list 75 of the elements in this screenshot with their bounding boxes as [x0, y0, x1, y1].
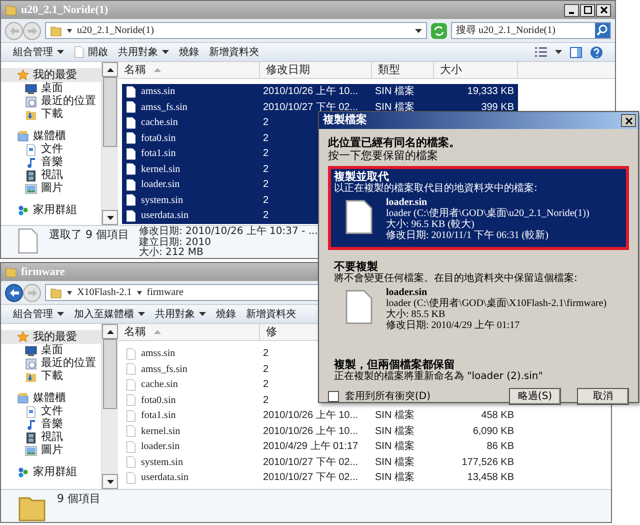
file-name: kernel.sin	[141, 424, 180, 439]
file-name: amss.sin	[141, 347, 176, 362]
file-name: cache.sin	[141, 378, 178, 392]
type-cell-text: SIN 檔案	[375, 100, 414, 115]
file-name: fota1.sin	[141, 409, 176, 424]
dialog-heading: 此位置已經有同名的檔案。	[328, 136, 461, 149]
status-detail: 大小: 212 MB	[139, 248, 204, 258]
status-summary: 9 個項目	[57, 491, 100, 507]
type-cell-text: SIN 檔案	[375, 408, 414, 424]
file-size: 大小: 85.5 KB	[386, 309, 446, 320]
window-title: u20_2.1_Noride(1)	[21, 2, 108, 18]
file-name: userdata.sin	[141, 209, 188, 224]
dialog-title: 複製檔案	[323, 112, 368, 128]
file-name: system.sin	[141, 456, 183, 470]
status-detail: 修改日期: 2010/10/26 上午 10:37 - ...	[139, 227, 318, 237]
status-summary: 選取了 9 個項目	[49, 227, 129, 243]
date-cell-text: 2	[263, 362, 269, 377]
date-cell-text: 2010/4/29 上午 01:17	[263, 440, 358, 454]
file-name: kernel.sin	[141, 162, 180, 177]
file-date: 修改日期: 2010/4/29 上午 01:17	[386, 320, 521, 331]
date-cell-text: 2010/10/27 下午 02...	[263, 456, 358, 470]
file-name: loader.sin	[141, 178, 180, 192]
date-cell-text: 2	[263, 209, 269, 224]
file-name: loader.sin	[141, 440, 180, 454]
checkbox-label: 套用到所有衝突(D)	[345, 390, 431, 404]
date-cell-text: 2010/10/26 上午 10...	[263, 408, 358, 424]
option-description: 以正在複製的檔案取代目的地資料夾中的檔案:	[334, 183, 538, 195]
size-cell-text: 458 KB	[481, 409, 514, 424]
status-detail: 建立日期: 2010	[139, 238, 212, 248]
option-title: 複製並取代	[334, 171, 389, 183]
size-cell-text: 13,458 KB	[467, 471, 514, 486]
file-name: amss_fs.sin	[141, 362, 188, 377]
window-title: firmware	[21, 264, 65, 280]
date-cell-text: 2	[263, 162, 269, 177]
date-cell-text: 2010/10/27 下午 02...	[263, 471, 358, 486]
date-cell-text: 2010/10/26 上午 10...	[263, 424, 358, 439]
file-name: loader.sin	[386, 287, 428, 298]
file-name: system.sin	[141, 194, 183, 208]
date-cell-text: 2010/10/27 下午 02...	[263, 100, 358, 113]
file-name: loader.sin	[386, 197, 428, 208]
type-cell-text: SIN 檔案	[375, 470, 414, 486]
date-cell-text: 2	[263, 178, 269, 192]
file-name: fota0.sin	[141, 394, 176, 408]
size-cell-text: 177,526 KB	[462, 456, 514, 470]
size-cell-text: 86 KB	[486, 440, 514, 454]
date-cell-text: 2010/10/26 上午 10...	[263, 84, 358, 100]
file-name: fota1.sin	[141, 147, 176, 162]
file-date: 修改日期: 2010/11/1 下午 06:31 (較新)	[386, 230, 550, 241]
file-path: loader (C:\使用者\GOD\桌面\u20_2.1_Noride(1))	[386, 208, 590, 219]
file-name: cache.sin	[141, 116, 178, 130]
type-cell-text: SIN 檔案	[375, 84, 414, 100]
file-name: userdata.sin	[141, 471, 188, 486]
file-name: fota0.sin	[141, 132, 176, 146]
type-cell-text: SIN 檔案	[375, 424, 414, 439]
option-title: 複製，但兩個檔案都保留	[334, 359, 455, 371]
date-cell-text: 2	[263, 347, 269, 362]
option-title: 不要複製	[334, 261, 378, 273]
size-cell-text: 399 KB	[481, 100, 514, 115]
date-cell-text: 2	[263, 116, 269, 130]
file-name: amss.sin	[141, 85, 176, 100]
file-name: amss_fs.sin	[141, 100, 188, 115]
type-cell-text: SIN 檔案	[375, 440, 414, 454]
type-cell-text: SIN 檔案	[375, 456, 414, 470]
size-cell-text: 6,090 KB	[472, 424, 514, 439]
option-description: 將不會變更任何檔案。在目的地資料夾中保留這個檔案:	[334, 273, 578, 285]
size-cell-text: 19,333 KB	[467, 85, 514, 100]
dialog-subheading: 按一下您要保留的檔案	[328, 149, 439, 162]
date-cell-text: 2	[263, 378, 269, 392]
date-cell-text: 2	[263, 194, 269, 208]
date-cell-text: 2	[263, 394, 269, 408]
date-cell-text: 2	[263, 147, 269, 162]
file-path: loader (C:\使用者\GOD\桌面\X10Flash-2.1\firmware)	[386, 298, 607, 309]
date-cell-text: 2	[263, 132, 269, 146]
option-description: 正在複製的檔案將重新命名為 "loader (2).sin"	[334, 371, 543, 383]
file-size: 大小: 96.5 KB (較大)	[386, 219, 476, 230]
